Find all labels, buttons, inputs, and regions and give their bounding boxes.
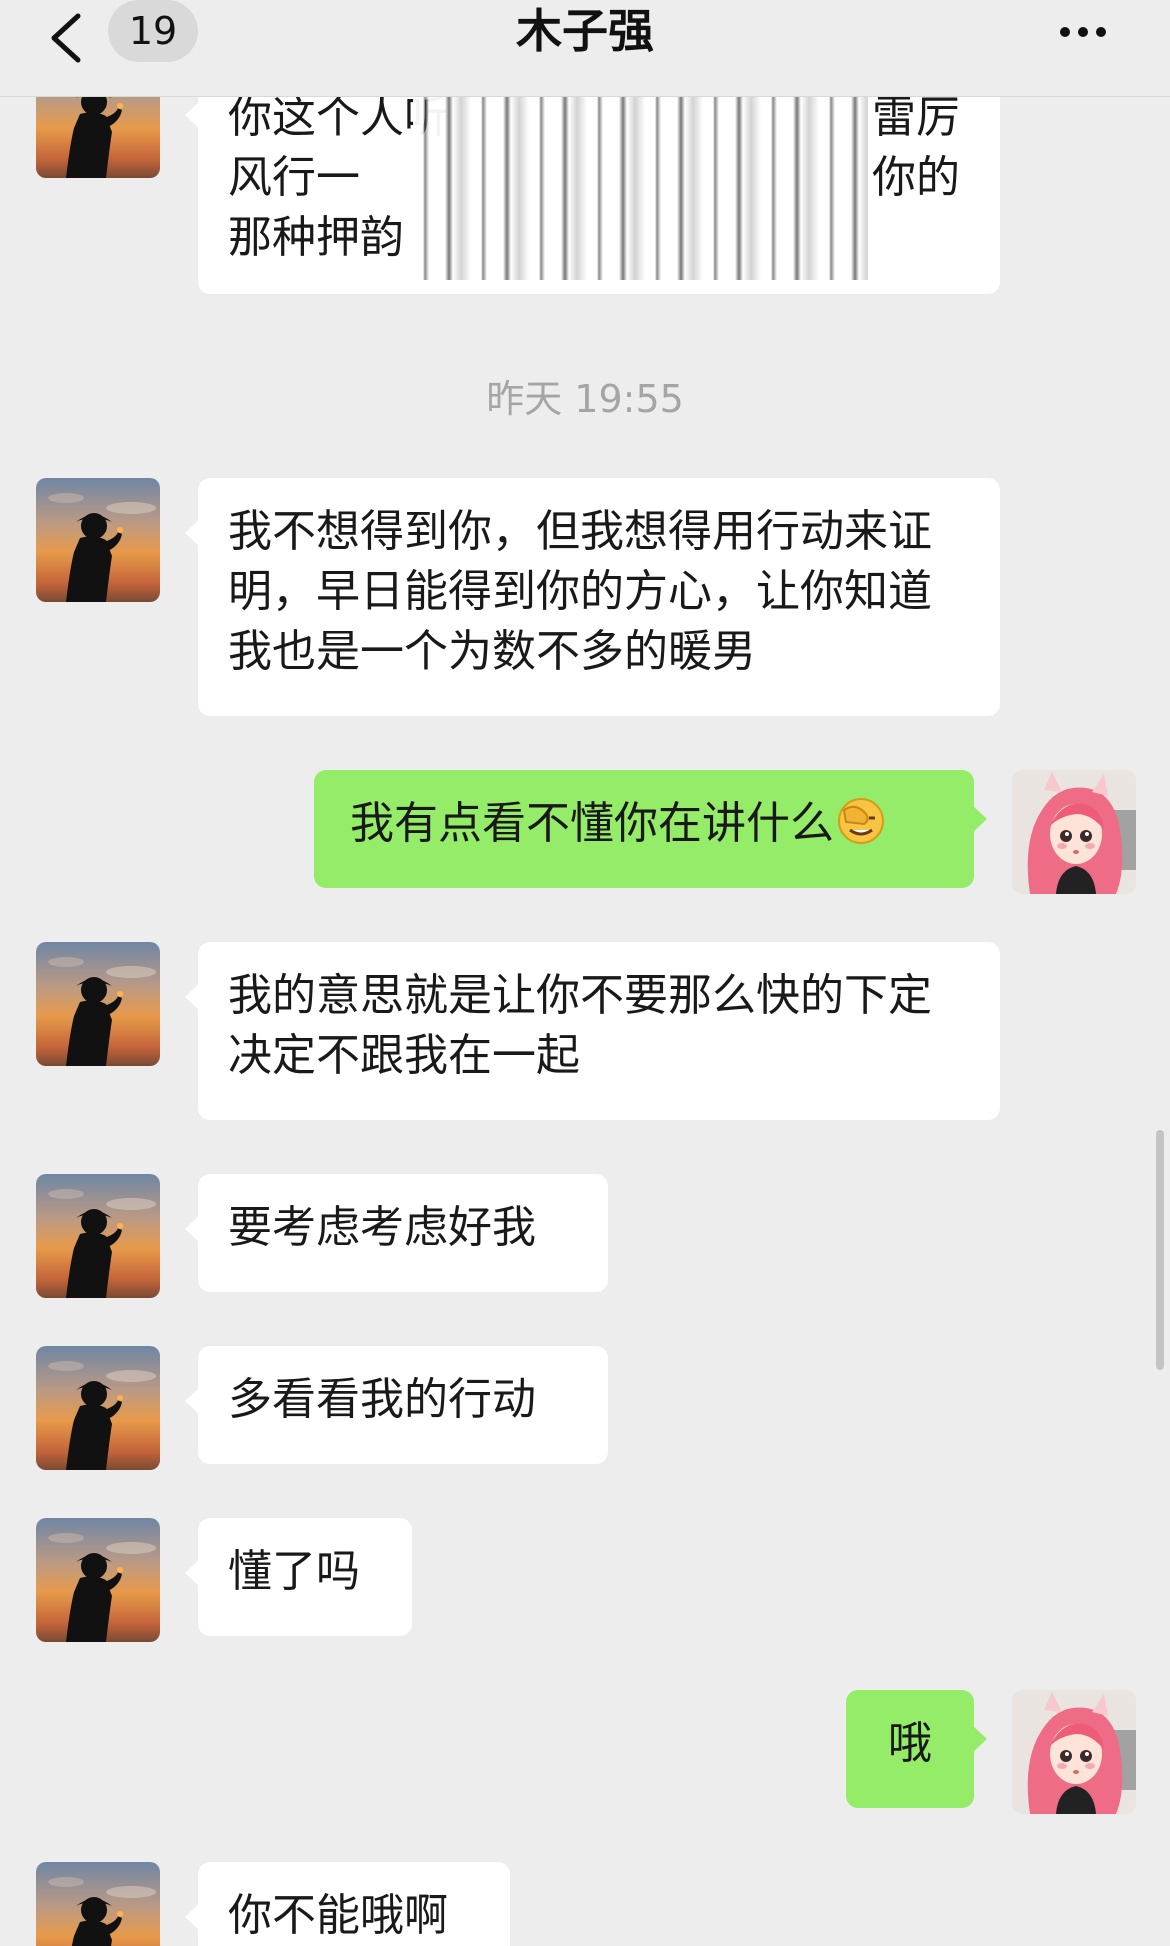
message-text: 我的意思就是让你不要那么快的下定决定不跟我在一起: [228, 970, 932, 1081]
redaction-blur: [413, 80, 868, 280]
contact-avatar-image: [36, 1862, 160, 1946]
my-avatar-image: [1012, 770, 1136, 894]
contact-avatar[interactable]: [36, 478, 160, 602]
chat-title: 木子强: [516, 4, 654, 58]
chat-screen: 19 木子强 你这个人听 雷厉 风行一 你的 那种押韵 昨天 19:55 我不想…: [0, 0, 1170, 1946]
my-avatar[interactable]: [1012, 1690, 1136, 1814]
chat-header: 19 木子强: [0, 0, 1170, 97]
my-avatar-image: [1012, 1690, 1136, 1814]
message-bubble-incoming[interactable]: 我不想得到你，但我想得用行动来证明，早日能得到你的方心，让你知道我也是一个为数不…: [185, 478, 1000, 716]
contact-avatar[interactable]: [36, 942, 160, 1066]
contact-avatar-image: [36, 1174, 160, 1298]
message-bubble-incoming[interactable]: 你不能哦啊: [185, 1862, 510, 1946]
contact-avatar[interactable]: [36, 1518, 160, 1642]
more-button[interactable]: [1056, 12, 1116, 52]
contact-avatar-image: [36, 1346, 160, 1470]
message-bubble-incoming[interactable]: 懂了吗: [185, 1518, 412, 1636]
message-text: 哦: [888, 1718, 932, 1769]
message-text: 懂了吗: [228, 1546, 360, 1597]
contact-avatar[interactable]: [36, 1174, 160, 1298]
contact-avatar-image: [36, 1518, 160, 1642]
message-bubble-incoming[interactable]: 我的意思就是让你不要那么快的下定决定不跟我在一起: [185, 942, 1000, 1120]
message-text: 你不能哦啊: [228, 1890, 448, 1941]
message-text: 风行一: [228, 152, 360, 203]
message-bubble-incoming[interactable]: 要考虑考虑好我: [185, 1174, 608, 1292]
message-bubble-outgoing[interactable]: 哦: [846, 1690, 987, 1808]
message-bubble-incoming[interactable]: 多看看我的行动: [185, 1346, 608, 1464]
message-text: 你的: [872, 152, 960, 203]
contact-avatar[interactable]: [36, 1862, 160, 1946]
message-text: 我不想得到你，但我想得用行动来证明，早日能得到你的方心，让你知道我也是一个为数不…: [228, 506, 932, 677]
timestamp: 昨天 19:55: [486, 377, 684, 421]
my-avatar[interactable]: [1012, 770, 1136, 894]
contact-avatar-image: [36, 478, 160, 602]
message-bubble-outgoing[interactable]: 我有点看不懂你在讲什么: [314, 770, 987, 888]
contact-avatar[interactable]: [36, 1346, 160, 1470]
scrollbar[interactable]: [1156, 1130, 1164, 1370]
message-text: 那种押韵: [228, 212, 404, 263]
message-text: 雷厉: [872, 92, 960, 143]
message-text: 要考虑考虑好我: [228, 1202, 536, 1253]
message-text: 我有点看不懂你在讲什么: [350, 798, 834, 849]
more-dot: [1078, 27, 1088, 37]
more-horizontal-icon: [1060, 27, 1070, 37]
more-dot: [1096, 27, 1106, 37]
message-text: 多看看我的行动: [228, 1374, 536, 1425]
contact-avatar-image: [36, 942, 160, 1066]
facepalm-emoji: [838, 798, 884, 844]
